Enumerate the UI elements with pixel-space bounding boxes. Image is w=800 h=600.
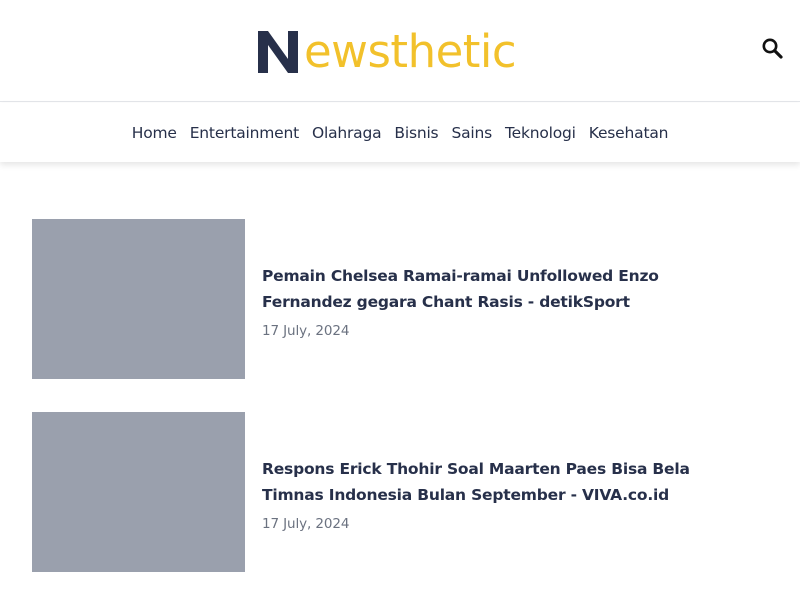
- article-thumbnail[interactable]: [32, 219, 245, 379]
- article-card: Pemain Chelsea Ramai-ramai Unfollowed En…: [32, 219, 732, 379]
- newsthetic-n-logo-icon: [258, 31, 298, 73]
- nav-item-teknologi[interactable]: Teknologi: [505, 124, 576, 142]
- site-logo-link[interactable]: ewsthetic: [256, 24, 517, 80]
- main-nav: Home Entertainment Olahraga Bisnis Sains…: [0, 103, 800, 162]
- nav-item-bisnis[interactable]: Bisnis: [394, 124, 438, 142]
- site-header: ewsthetic: [0, 0, 800, 102]
- nav-item-home[interactable]: Home: [132, 124, 177, 142]
- site-logo-text: ewsthetic: [304, 25, 517, 78]
- nav-item-entertainment[interactable]: Entertainment: [190, 124, 299, 142]
- article-thumbnail[interactable]: [32, 412, 245, 572]
- article-title-link[interactable]: Pemain Chelsea Ramai-ramai Unfollowed En…: [262, 263, 712, 315]
- article-date: 17 July, 2024: [262, 323, 350, 339]
- article-card: Respons Erick Thohir Soal Maarten Paes B…: [32, 412, 732, 572]
- nav-item-kesehatan[interactable]: Kesehatan: [589, 124, 669, 142]
- article-date: 17 July, 2024: [262, 516, 350, 532]
- article-title-link[interactable]: Respons Erick Thohir Soal Maarten Paes B…: [262, 456, 712, 508]
- nav-item-sains[interactable]: Sains: [451, 124, 492, 142]
- search-icon[interactable]: [760, 36, 786, 62]
- nav-item-olahraga[interactable]: Olahraga: [312, 124, 382, 142]
